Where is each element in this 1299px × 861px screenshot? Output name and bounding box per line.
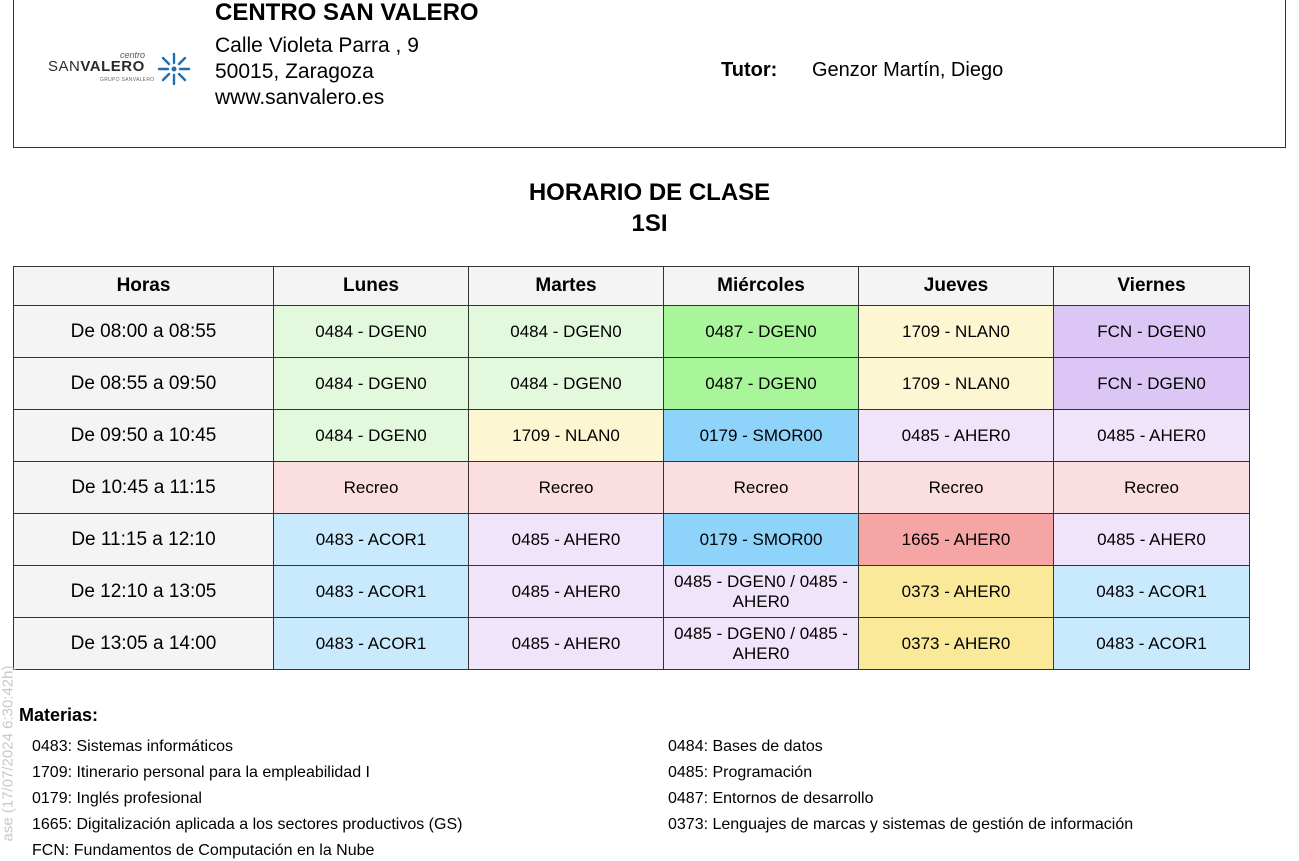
class-cell: 0179 - SMOR00 <box>663 409 859 462</box>
hour-cell: De 10:45 a 11:15 <box>13 461 274 514</box>
class-cell: 1709 - NLAN0 <box>858 357 1054 410</box>
class-cell: 1709 - NLAN0 <box>468 409 664 462</box>
table-row: De 08:55 a 09:50 0484 - DGEN0 0484 - DGEN0… <box>13 357 1250 410</box>
class-cell: 0484 - DGEN0 <box>468 357 664 410</box>
materia-item: FCN: Fundamentos de Computación en la Nu… <box>32 842 375 859</box>
table-header-row: Horas Lunes Martes Miércoles Jueves Vier… <box>13 266 1250 306</box>
logo-tagline: GRUPO SANVALERO <box>100 77 155 83</box>
class-cell: 0483 - ACOR1 <box>273 513 469 566</box>
address-line-1: Calle Violeta Parra , 9 <box>215 34 419 57</box>
san-valero-logo: centro SANVALERO GRUPO SANVALERO <box>48 49 198 89</box>
class-cell: 0485 - DGEN0 / 0485 - AHER0 <box>663 565 859 618</box>
materia-item: 0179: Inglés profesional <box>32 790 202 807</box>
header-jueves: Jueves <box>858 266 1054 306</box>
hour-cell: De 08:00 a 08:55 <box>13 305 274 358</box>
hour-cell: De 12:10 a 13:05 <box>13 565 274 618</box>
website: www.sanvalero.es <box>215 86 385 109</box>
hour-cell: De 11:15 a 12:10 <box>13 513 274 566</box>
materias-title: Materias: <box>19 705 99 725</box>
class-cell: Recreo <box>858 461 1054 514</box>
class-cell: 0373 - AHER0 <box>858 565 1054 618</box>
class-cell: Recreo <box>468 461 664 514</box>
class-cell: 0179 - SMOR00 <box>663 513 859 566</box>
logo-brand-bold: VALERO <box>80 58 145 75</box>
table-row: De 09:50 a 10:45 0484 - DGEN0 1709 - NLAN0… <box>13 409 1250 462</box>
class-cell: 0483 - ACOR1 <box>1053 617 1250 670</box>
class-cell: 0484 - DGEN0 <box>273 409 469 462</box>
class-cell: 0485 - AHER0 <box>468 617 664 670</box>
print-timestamp-watermark: ase (17/07/2024 6:30:42h) <box>0 665 17 842</box>
class-cell: 0485 - AHER0 <box>1053 513 1250 566</box>
hour-cell: De 08:55 a 09:50 <box>13 357 274 410</box>
materia-item: 1709: Itinerario personal para la emplea… <box>32 764 370 781</box>
class-cell: 0484 - DGEN0 <box>468 305 664 358</box>
center-name: CENTRO SAN VALERO <box>215 0 479 26</box>
header-horas: Horas <box>13 266 274 306</box>
class-cell: 0483 - ACOR1 <box>273 617 469 670</box>
materia-item: 0484: Bases de datos <box>668 738 823 755</box>
materia-item: 0487: Entornos de desarrollo <box>668 790 874 807</box>
class-cell: Recreo <box>1053 461 1250 514</box>
header-viernes: Viernes <box>1053 266 1250 306</box>
materia-item: 1665: Digitalización aplicada a los sect… <box>32 816 463 833</box>
class-cell: 0487 - DGEN0 <box>663 357 859 410</box>
logo-brand-light: SAN <box>48 58 81 75</box>
class-cell: 1709 - NLAN0 <box>858 305 1054 358</box>
table-row: De 13:05 a 14:00 0483 - ACOR1 0485 - AHER0… <box>13 617 1250 670</box>
class-cell: Recreo <box>273 461 469 514</box>
compass-star-icon <box>157 52 191 86</box>
table-row: De 08:00 a 08:55 0484 - DGEN0 0484 - DGEN0… <box>13 305 1250 358</box>
class-cell: 0485 - AHER0 <box>858 409 1054 462</box>
class-cell: FCN - DGEN0 <box>1053 305 1250 358</box>
class-cell: 0484 - DGEN0 <box>273 305 469 358</box>
class-cell: 0485 - AHER0 <box>468 513 664 566</box>
materia-item: 0483: Sistemas informáticos <box>32 738 233 755</box>
tutor-label: Tutor: <box>721 59 778 81</box>
class-cell: 0483 - ACOR1 <box>273 565 469 618</box>
schedule-table: Horas Lunes Martes Miércoles Jueves Vier… <box>13 266 1250 670</box>
header-miercoles: Miércoles <box>663 266 859 306</box>
tutor-name: Genzor Martín, Diego <box>812 59 1004 81</box>
materia-item: 0373: Lenguajes de marcas y sistemas de … <box>668 816 1134 833</box>
logo-brand: SANVALERO <box>48 58 145 75</box>
materia-item: 0485: Programación <box>668 764 813 781</box>
class-cell: 0484 - DGEN0 <box>273 357 469 410</box>
header-box: centro SANVALERO GRUPO SANVALERO CENTRO … <box>13 0 1286 148</box>
hour-cell: De 09:50 a 10:45 <box>13 409 274 462</box>
class-cell: 0485 - AHER0 <box>468 565 664 618</box>
class-cell: FCN - DGEN0 <box>1053 357 1250 410</box>
class-cell: 0485 - DGEN0 / 0485 - AHER0 <box>663 617 859 670</box>
table-row: De 10:45 a 11:15 Recreo Recreo Recreo Recreo… <box>13 461 1250 514</box>
header-lunes: Lunes <box>273 266 469 306</box>
header-martes: Martes <box>468 266 664 306</box>
class-cell: 0483 - ACOR1 <box>1053 565 1250 618</box>
class-cell: 0487 - DGEN0 <box>663 305 859 358</box>
address-line-2: 50015, Zaragoza <box>215 60 374 83</box>
class-cell: 1665 - AHER0 <box>858 513 1054 566</box>
hour-cell: De 13:05 a 14:00 <box>13 617 274 670</box>
schedule-title: HORARIO DE CLASE <box>528 179 771 206</box>
class-cell: Recreo <box>663 461 859 514</box>
table-row: De 11:15 a 12:10 0483 - ACOR1 0485 - AHER0… <box>13 513 1250 566</box>
schedule-group: 1SI <box>631 210 668 237</box>
class-cell: 0373 - AHER0 <box>858 617 1054 670</box>
class-cell: 0485 - AHER0 <box>1053 409 1250 462</box>
table-row: De 12:10 a 13:05 0483 - ACOR1 0485 - AHER0… <box>13 565 1250 618</box>
